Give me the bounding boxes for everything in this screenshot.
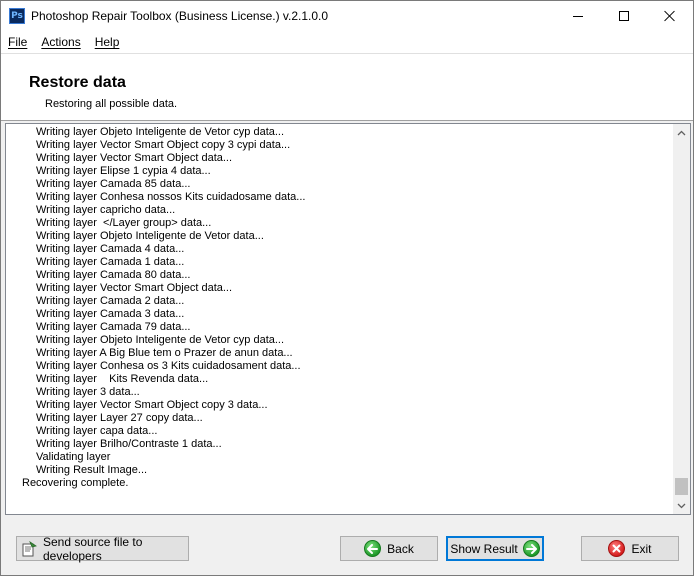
log-line: Writing layer Conhesa os 3 Kits cuidados… [36,360,301,372]
log-panel[interactable]: Writing layer Objeto Inteligente de Veto… [5,123,691,515]
log-line: Writing layer Camada 85 data... [36,178,191,190]
wizard-header: Restore data Restoring all possible data… [1,53,693,121]
log-line: Writing layer 3 data... [36,386,140,398]
menu-file[interactable]: File [1,32,34,52]
log-line: Writing layer Camada 3 data... [36,308,185,320]
page-subtitle: Restoring all possible data. [45,98,178,110]
maximize-button[interactable] [601,1,647,31]
log-line: Writing layer Vector Smart Object copy 3… [36,139,291,151]
log-line: Writing layer Camada 4 data... [36,243,185,255]
log-line: Writing layer capricho data... [36,204,176,216]
menu-help[interactable]: Help [88,32,127,52]
log-line: Writing layer Layer 27 copy data... [36,412,203,424]
back-label: Back [387,541,414,556]
log-line: Writing layer Kits Revenda data... [36,373,209,385]
chevron-up-icon [677,130,686,135]
minimize-icon [573,15,583,17]
log-line: Validating layer [36,451,111,463]
scroll-thumb[interactable] [675,478,688,495]
log-line: Writing layer </Layer group> data... [36,217,212,229]
vertical-scrollbar[interactable] [673,124,690,514]
send-source-file-label: Send source file to developers [43,534,143,563]
exit-x-icon [608,540,626,557]
send-file-icon [21,540,37,557]
scroll-down-button[interactable] [673,497,690,514]
log-line: Writing layer Camada 2 data... [36,295,185,307]
exit-label: Exit [631,541,652,556]
scroll-up-button[interactable] [673,124,690,141]
log-line: Writing layer Conhesa nossos Kits cuidad… [36,191,306,203]
show-result-label: Show Result [450,541,518,556]
log-line: Writing layer Vector Smart Object copy 3… [36,399,268,411]
log-line: Recovering complete. [22,477,129,489]
log-line: Writing layer A Big Blue tem o Prazer de… [36,347,293,359]
log-line: Writing layer Vector Smart Object data..… [36,282,233,294]
log-line: Writing layer Objeto Inteligente de Veto… [36,334,285,346]
app-icon-text: Ps [11,10,23,21]
window-title: Photoshop Repair Toolbox (Business Licen… [31,9,329,23]
log-line: Writing layer Objeto Inteligente de Veto… [36,126,285,138]
menu-bar: File Actions Help [1,31,693,53]
main-window: Ps Photoshop Repair Toolbox (Business Li… [0,0,694,576]
photoshop-app-icon[interactable]: Ps [9,8,25,24]
log-line: Writing layer Brilho/Contraste 1 data... [36,438,222,450]
send-source-file-button[interactable]: Send source file to developers [16,534,189,563]
log-line: Writing layer Elipse 1 cypia 4 data... [36,165,211,177]
exit-button[interactable]: Exit [581,536,679,561]
back-button[interactable]: Back [340,536,438,561]
chevron-down-icon [677,503,686,508]
log-line: Writing Result Image... [36,464,148,476]
log-line: Writing layer capa data... [36,425,158,437]
maximize-icon [619,11,629,21]
page-title: Restore data [29,74,126,91]
back-arrow-icon [364,540,382,557]
log-line: Writing layer Objeto Inteligente de Veto… [36,230,264,242]
log-line: Writing layer Vector Smart Object data..… [36,152,233,164]
log-line: Writing layer Camada 79 data... [36,321,191,333]
log-list: Writing layer Objeto Inteligente de Veto… [6,126,672,490]
title-bar[interactable]: Ps Photoshop Repair Toolbox (Business Li… [1,1,693,31]
forward-arrow-icon [522,540,540,557]
log-line: Writing layer Camada 1 data... [36,256,185,268]
log-line: Writing layer Camada 80 data... [36,269,191,281]
show-result-button[interactable]: Show Result [446,536,544,561]
close-icon [664,10,676,22]
close-button[interactable] [647,1,693,31]
minimize-button[interactable] [555,1,601,31]
menu-actions[interactable]: Actions [34,32,87,52]
